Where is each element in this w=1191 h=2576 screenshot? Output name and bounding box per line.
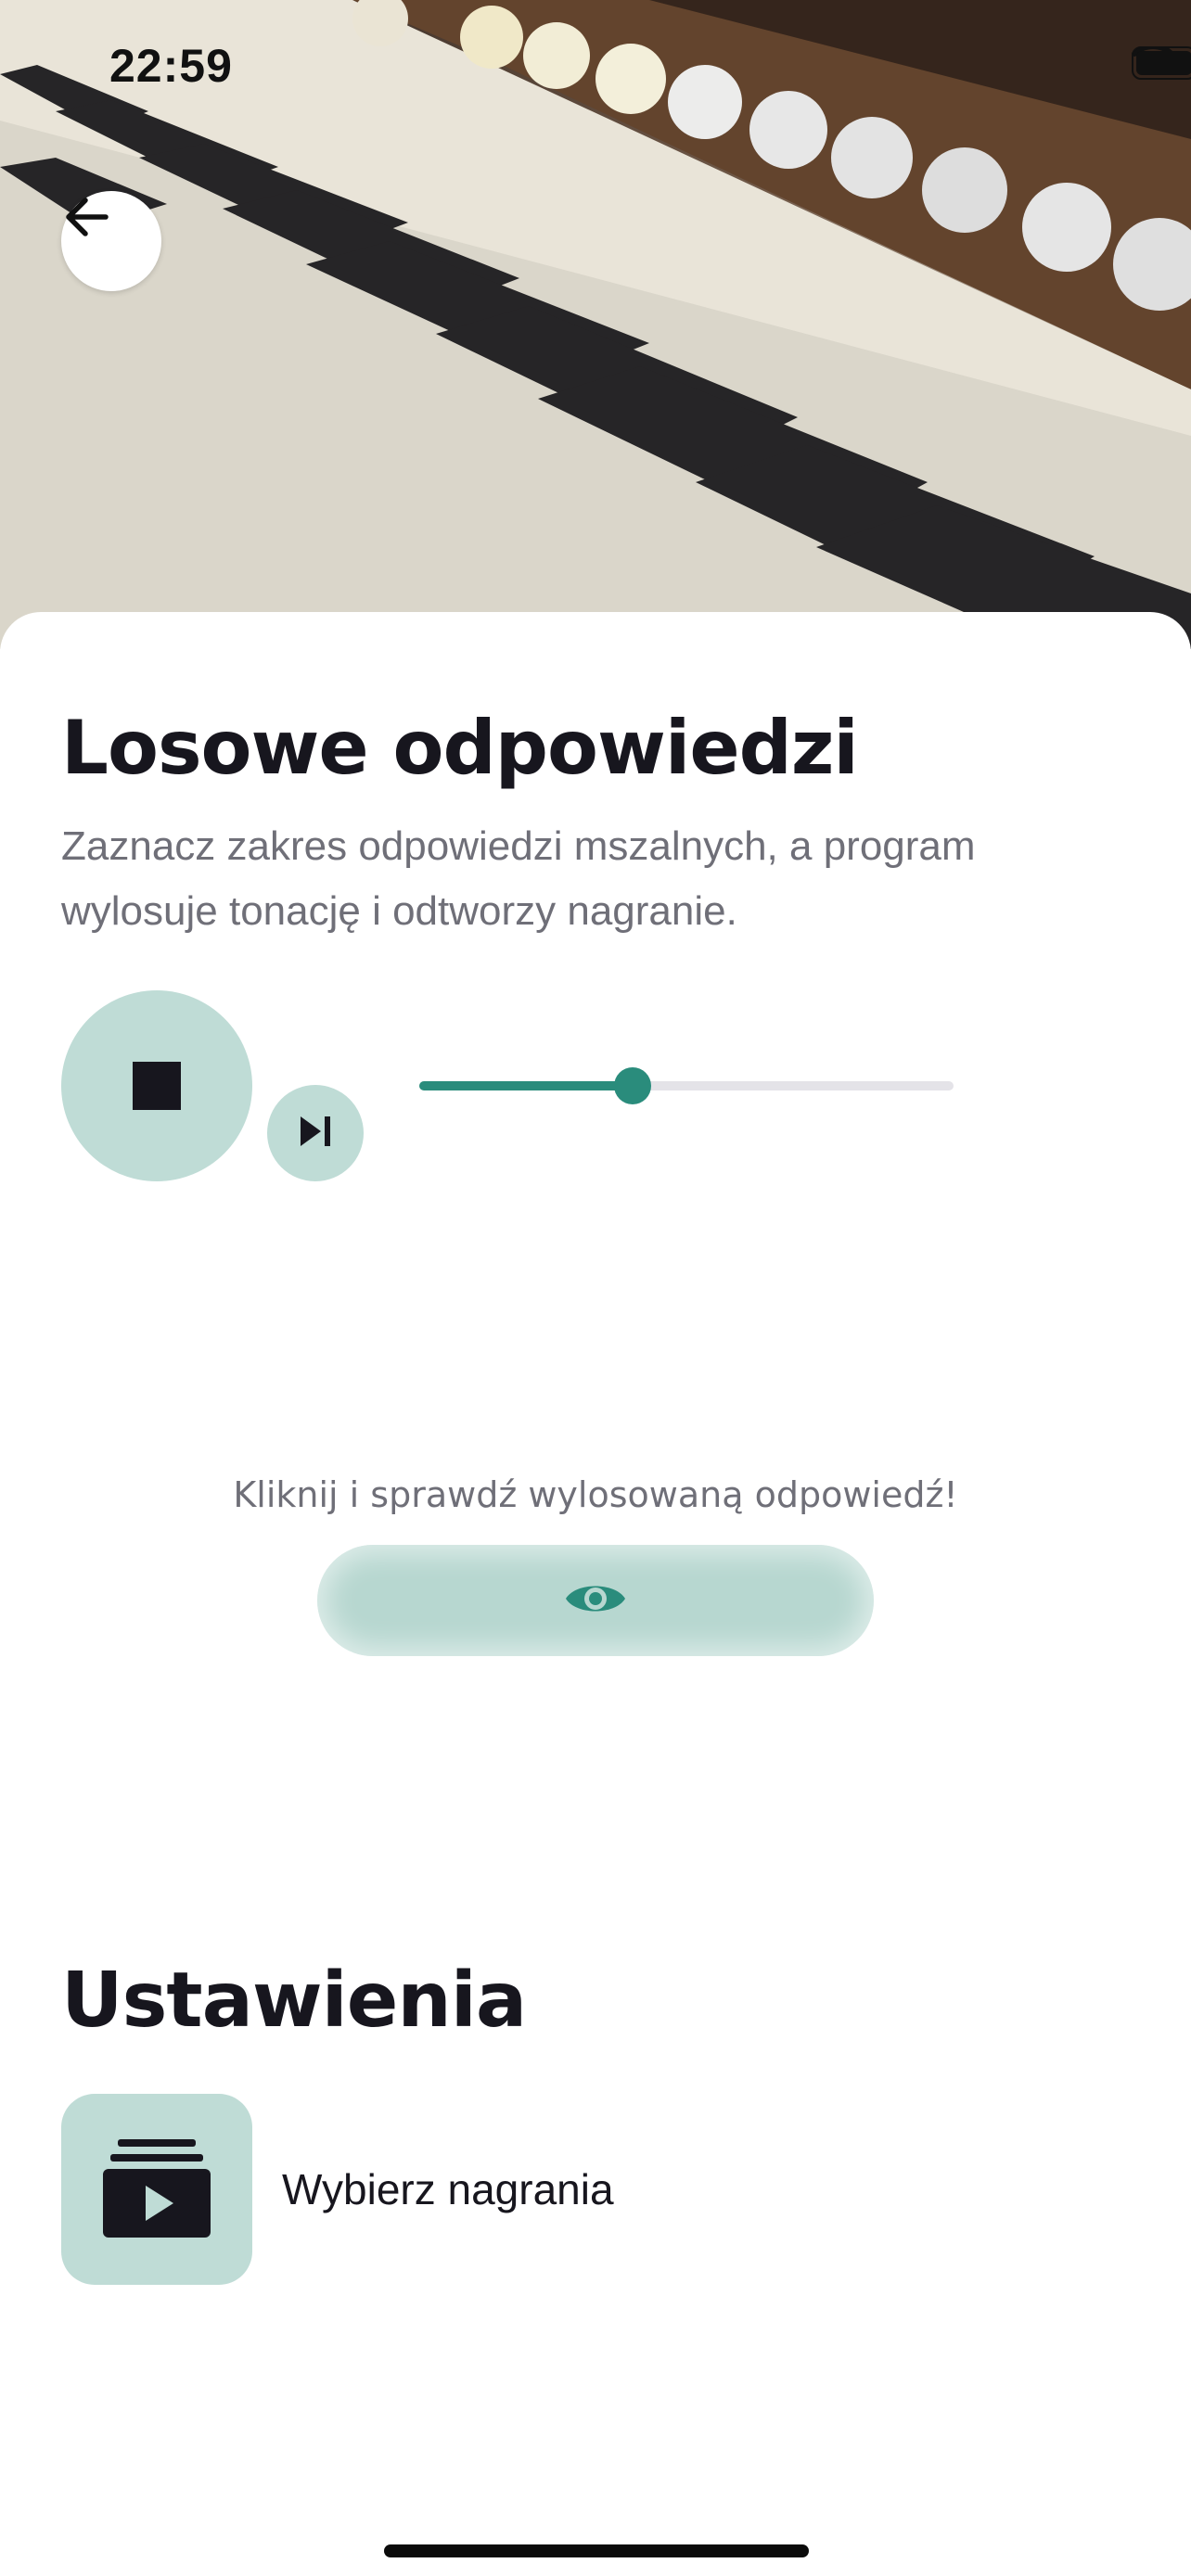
status-time: 22:59 <box>109 40 233 92</box>
stop-button[interactable] <box>61 990 252 1181</box>
hero-image: 22:59 <box>0 0 1191 649</box>
back-button[interactable] <box>61 191 161 291</box>
home-indicator <box>384 2544 809 2557</box>
reveal-caption: Kliknij i sprawdź wylosowaną odpowiedź! <box>233 1474 958 1515</box>
stop-icon <box>133 1062 181 1110</box>
settings-title: Ustawienia <box>61 1957 527 2045</box>
screen: 22:59 Losowe odpowiedzi Zaznacz zakres o… <box>0 0 1191 2576</box>
progress-slider[interactable] <box>419 1057 954 1113</box>
organ-keyboard-illustration <box>0 0 1191 649</box>
settings-item-label: Wybierz nagrania <box>282 2165 614 2213</box>
settings-item-choose-recordings[interactable]: Wybierz nagrania <box>61 2094 1128 2285</box>
slider-fill <box>419 1081 634 1090</box>
skip-next-button[interactable] <box>267 1085 364 1181</box>
video-library-tile <box>61 2094 252 2285</box>
page-subtitle: Zaznacz zakres odpowiedzi mszalnych, a p… <box>61 823 976 934</box>
video-library-icon <box>103 2134 211 2246</box>
skip-next-icon <box>295 1113 336 1154</box>
eye-icon <box>563 1578 628 1624</box>
content-sheet: Losowe odpowiedzi Zaznacz zakres odpowie… <box>0 612 1191 2576</box>
slider-thumb[interactable] <box>614 1067 652 1104</box>
reveal-answer-button[interactable] <box>317 1545 874 1656</box>
page-title: Losowe odpowiedzi <box>61 705 859 791</box>
